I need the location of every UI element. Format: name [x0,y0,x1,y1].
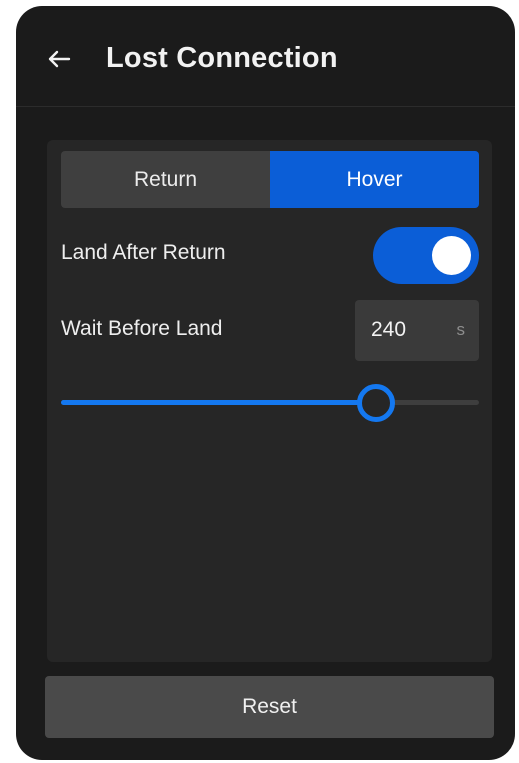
wait-before-land-value: 240 [371,318,407,341]
wait-before-land-unit: s [456,320,466,339]
wait-before-land-slider[interactable] [61,384,479,422]
reset-button[interactable]: Reset [45,676,494,738]
wait-before-land-input[interactable]: 240 s [355,300,479,361]
arrow-left-icon[interactable] [46,46,72,72]
slider-thumb[interactable] [356,384,395,422]
mode-option-return[interactable]: Return [61,151,270,208]
slider-fill [61,400,375,405]
mode-option-hover[interactable]: Hover [270,151,479,208]
settings-card: Return Hover Land After Return Wait Befo… [47,140,492,662]
header: Lost Connection [16,6,515,107]
land-after-return-label: Land After Return [61,241,226,264]
mode-segmented-control: Return Hover [61,151,479,208]
toggle-knob [432,236,471,275]
land-after-return-toggle[interactable] [373,227,479,284]
lost-connection-panel: Lost Connection Return Hover Land After … [16,6,515,760]
page-title: Lost Connection [106,42,338,74]
wait-before-land-label: Wait Before Land [61,317,223,340]
